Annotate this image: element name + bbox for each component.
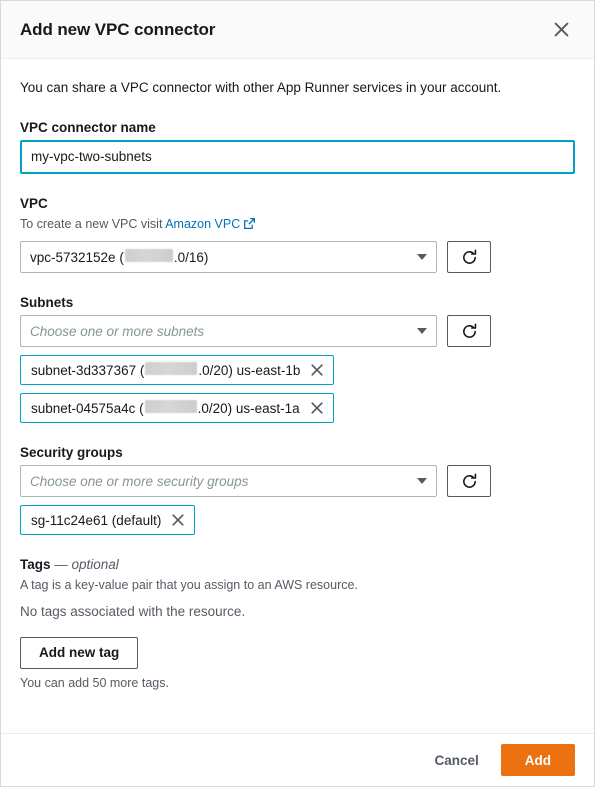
subnet-token-label: subnet-04575a4c ( .0/20) us-east-1a — [31, 400, 300, 416]
intro-text: You can share a VPC connector with other… — [20, 80, 502, 95]
vpc-select-row: vpc-5732152e ( .0/16) — [20, 241, 575, 274]
close-icon[interactable] — [171, 513, 185, 527]
redacted-cidr — [145, 362, 198, 376]
redacted-cidr — [124, 249, 173, 263]
subnets-select-placeholder: Choose one or more subnets — [30, 323, 205, 339]
security-group-token-label: sg-11c24e61 (default) — [31, 512, 162, 528]
subnet-token-row: subnet-04575a4c ( .0/20) us-east-1a — [20, 385, 575, 424]
security-groups-refresh-button[interactable] — [447, 465, 491, 498]
modal-header: Add new VPC connector — [1, 1, 594, 59]
vpc-select-value: vpc-5732152e ( .0/16) — [30, 249, 409, 265]
cancel-button[interactable]: Cancel — [430, 747, 482, 774]
vpc-select-prefix: vpc-5732152e ( — [30, 250, 124, 266]
subnet-token: subnet-3d337367 ( .0/20) us-east-1b — [20, 355, 335, 386]
tags-empty-state: No tags associated with the resource. — [20, 603, 246, 619]
security-groups-select[interactable]: Choose one or more security groups — [20, 465, 437, 498]
close-icon[interactable] — [310, 401, 324, 415]
add-button[interactable]: Add — [500, 744, 575, 776]
modal-footer: Cancel Add — [1, 733, 594, 786]
add-vpc-connector-modal: Add new VPC connector You can share a VP… — [0, 0, 595, 787]
field-vpc: VPC To create a new VPC visit Amazon VPC… — [20, 196, 575, 274]
vpc-select[interactable]: vpc-5732152e ( .0/16) — [20, 241, 437, 274]
subnets-select-row: Choose one or more subnets — [20, 315, 575, 348]
field-connector-name: VPC connector name — [20, 120, 575, 174]
subnet-token-suffix: .0/20) us-east-1a — [197, 401, 300, 417]
chevron-down-icon — [417, 254, 427, 261]
subnet-token-row: subnet-3d337367 ( .0/20) us-east-1b — [20, 347, 575, 386]
field-subnets: Subnets Choose one or more subnets subne… — [20, 295, 575, 424]
chevron-down-icon — [417, 328, 427, 335]
tags-section: Tags — optional A tag is a key-value pai… — [20, 557, 575, 690]
vpc-description-text: To create a new VPC visit — [20, 216, 166, 231]
subnets-select[interactable]: Choose one or more subnets — [20, 315, 437, 348]
redacted-cidr — [144, 400, 197, 414]
vpc-select-suffix: .0/16) — [173, 250, 209, 266]
tags-label-text: Tags — [20, 557, 51, 573]
subnets-label: Subnets — [20, 295, 74, 311]
tags-optional-suffix: — optional — [50, 557, 119, 573]
security-group-token-row: sg-11c24e61 (default) — [20, 497, 575, 536]
vpc-refresh-button[interactable] — [447, 241, 491, 274]
field-security-groups: Security groups Choose one or more secur… — [20, 445, 575, 536]
close-icon[interactable] — [548, 17, 574, 43]
subnets-refresh-button[interactable] — [447, 315, 491, 348]
add-new-tag-button[interactable]: Add new tag — [20, 636, 139, 669]
connector-name-label: VPC connector name — [20, 119, 156, 135]
tags-label: Tags — optional — [20, 557, 575, 572]
modal-body: You can share a VPC connector with other… — [1, 59, 594, 733]
security-groups-label: Security groups — [20, 445, 123, 461]
subnet-token-prefix: subnet-04575a4c ( — [31, 401, 144, 417]
subnet-token-suffix: .0/20) us-east-1b — [198, 363, 301, 379]
connector-name-input[interactable] — [20, 139, 575, 174]
tags-description: A tag is a key-value pair that you assig… — [20, 578, 358, 593]
subnet-token: subnet-04575a4c ( .0/20) us-east-1a — [20, 393, 334, 424]
close-icon[interactable] — [310, 363, 324, 377]
security-groups-select-row: Choose one or more security groups — [20, 465, 575, 498]
tags-hint: You can add 50 more tags. — [20, 675, 169, 690]
security-group-token: sg-11c24e61 (default) — [20, 505, 196, 536]
external-link-icon — [243, 217, 256, 236]
vpc-label: VPC — [20, 195, 48, 211]
subnet-token-label: subnet-3d337367 ( .0/20) us-east-1b — [31, 362, 300, 378]
page-title: Add new VPC connector — [20, 19, 216, 39]
amazon-vpc-link[interactable]: Amazon VPC — [165, 217, 240, 231]
vpc-description: To create a new VPC visit Amazon VPC — [20, 216, 575, 236]
security-groups-select-placeholder: Choose one or more security groups — [30, 473, 249, 489]
subnet-token-prefix: subnet-3d337367 ( — [31, 363, 145, 379]
chevron-down-icon — [417, 478, 427, 485]
